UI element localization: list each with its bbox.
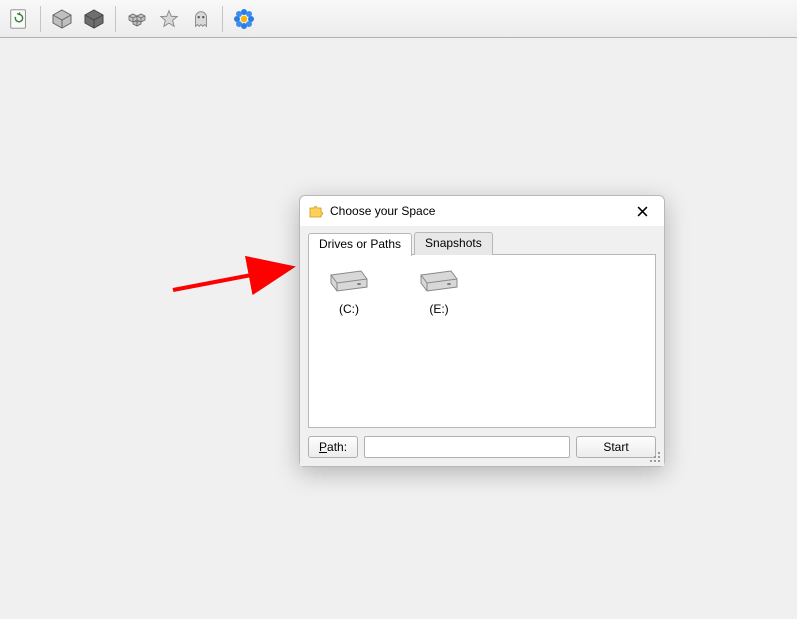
dialog-titlebar[interactable]: Choose your Space [300, 196, 664, 226]
tab-strip: Drives or Paths Snapshots [308, 232, 656, 255]
dialog-footer: Path: Start [308, 436, 656, 458]
path-input[interactable] [364, 436, 570, 458]
dialog-title: Choose your Space [330, 204, 628, 218]
toolbar-separator [222, 6, 223, 32]
ghost-button[interactable] [186, 4, 216, 34]
close-button[interactable] [628, 200, 656, 222]
tab-snapshots[interactable]: Snapshots [414, 232, 493, 255]
drives-panel: (C:) (E:) [308, 254, 656, 428]
dark-cube-button[interactable] [79, 4, 109, 34]
start-button[interactable]: Start [576, 436, 656, 458]
resize-grip[interactable] [650, 452, 662, 464]
puzzle-icon [308, 203, 324, 219]
star-icon [158, 8, 180, 30]
drive-item-e[interactable]: (E:) [409, 265, 469, 417]
flower-button[interactable] [229, 4, 259, 34]
cube-icon [50, 7, 74, 31]
toolbar-separator [115, 6, 116, 32]
drive-item-c[interactable]: (C:) [319, 265, 379, 417]
dialog-body: Drives or Paths Snapshots (C:) [300, 226, 664, 466]
drive-icon [327, 265, 371, 295]
annotation-arrow [168, 250, 308, 310]
boxes-icon [125, 7, 149, 31]
cube-button[interactable] [47, 4, 77, 34]
drive-icon [417, 265, 461, 295]
refresh-button[interactable] [4, 4, 34, 34]
main-toolbar [0, 0, 797, 38]
dark-cube-icon [82, 7, 106, 31]
boxes-button[interactable] [122, 4, 152, 34]
tab-drives-or-paths[interactable]: Drives or Paths [308, 233, 412, 256]
ghost-icon [190, 8, 212, 30]
flower-icon [232, 7, 256, 31]
refresh-icon [8, 8, 30, 30]
star-button[interactable] [154, 4, 184, 34]
close-icon [637, 206, 648, 217]
path-button[interactable]: Path: [308, 436, 358, 458]
choose-space-dialog: Choose your Space Drives or Paths Snapsh… [299, 195, 665, 467]
toolbar-separator [40, 6, 41, 32]
drive-label: (E:) [409, 302, 469, 316]
drive-label: (C:) [319, 302, 379, 316]
